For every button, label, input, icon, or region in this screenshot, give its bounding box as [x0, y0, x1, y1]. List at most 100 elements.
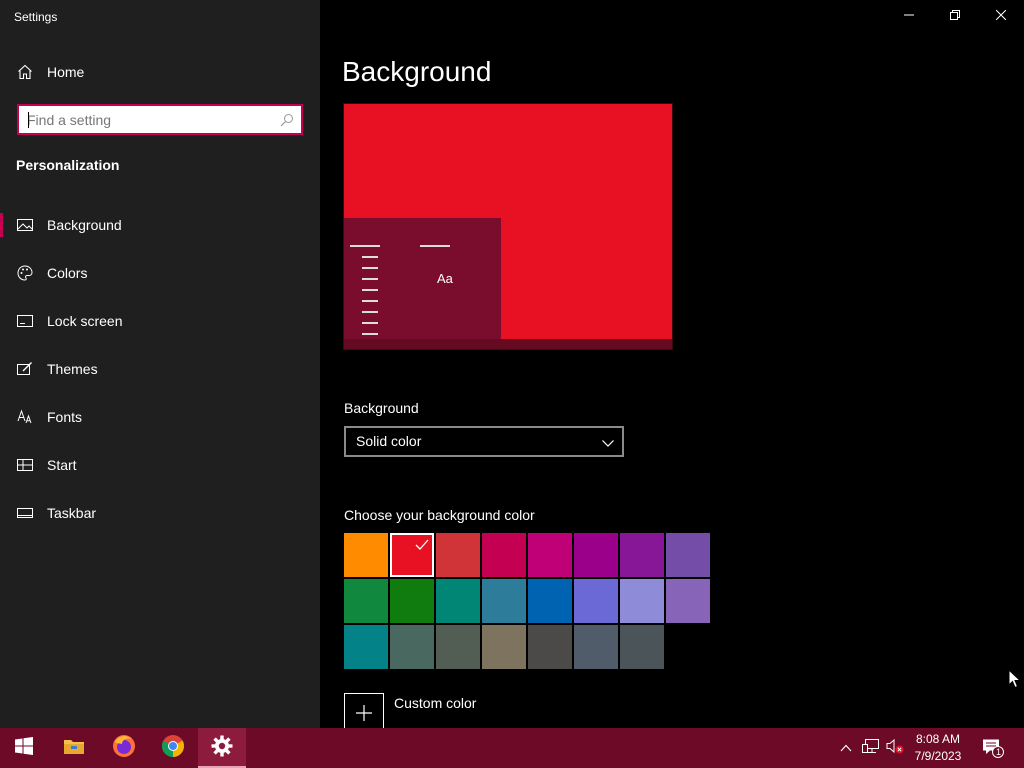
restore-button[interactable] — [932, 0, 978, 32]
section-title: Personalization — [16, 157, 120, 173]
background-type-dropdown[interactable]: Solid color — [344, 426, 624, 457]
preview-window: Aa — [344, 218, 501, 340]
palette-icon — [17, 265, 33, 281]
mouse-pointer-icon — [1008, 668, 1022, 689]
minimize-icon — [904, 7, 914, 25]
preview-line — [420, 245, 450, 247]
notification-count: 1 — [995, 747, 1001, 757]
sidebar-item-colors[interactable]: Colors — [0, 249, 320, 297]
background-preview: Aa — [343, 103, 673, 350]
color-swatch[interactable] — [482, 579, 526, 623]
color-swatch[interactable] — [390, 533, 434, 577]
page-title: Background — [342, 56, 492, 87]
sidebar: Settings Home Personalization Background — [0, 0, 320, 728]
sidebar-item-lock-screen[interactable]: Lock screen — [0, 297, 320, 345]
color-swatch[interactable] — [344, 533, 388, 577]
close-icon — [995, 7, 1007, 25]
color-swatch[interactable] — [482, 533, 526, 577]
choose-color-label: Choose your background color — [344, 507, 535, 523]
preview-sample-text: Aa — [437, 271, 453, 286]
settings-window: Settings Home Personalization Background — [0, 0, 1024, 768]
taskbar-icon — [17, 505, 33, 521]
dropdown-value: Solid color — [356, 433, 422, 449]
text-caret — [28, 112, 29, 128]
color-swatch[interactable] — [344, 625, 388, 669]
color-swatch[interactable] — [620, 625, 664, 669]
preview-taskbar — [344, 339, 672, 349]
sidebar-item-label: Background — [47, 217, 122, 233]
windows-start-icon — [15, 736, 33, 760]
notification-icon: 1 — [982, 738, 1004, 758]
clock-date: 7/9/2023 — [914, 749, 962, 763]
lock-screen-icon — [17, 313, 33, 329]
taskbar: 8:08 AM 7/9/2023 1 — [0, 728, 1024, 768]
chrome-icon — [161, 734, 185, 763]
sidebar-item-background[interactable]: Background — [0, 201, 320, 249]
taskbar-clock[interactable]: 8:08 AM 7/9/2023 — [908, 731, 968, 765]
color-swatch[interactable] — [390, 579, 434, 623]
custom-color-label[interactable]: Custom color — [394, 695, 476, 711]
home-label: Home — [47, 64, 85, 80]
search-box[interactable] — [17, 104, 303, 135]
search-icon[interactable] — [280, 113, 294, 127]
preview-line — [362, 300, 378, 302]
color-swatch[interactable] — [436, 533, 480, 577]
settings-taskbar-button[interactable] — [198, 728, 246, 768]
home-nav-item[interactable]: Home — [0, 58, 320, 88]
show-hidden-icons-button[interactable] — [836, 728, 856, 768]
themes-icon — [17, 361, 33, 377]
start-button[interactable] — [0, 728, 48, 768]
app-title: Settings — [14, 10, 58, 24]
start-icon — [17, 457, 33, 473]
preview-line — [362, 267, 378, 269]
preview-line — [362, 322, 378, 324]
color-swatch[interactable] — [528, 533, 572, 577]
custom-color-button[interactable] — [344, 693, 384, 733]
chevron-down-icon — [602, 436, 614, 448]
color-swatch[interactable] — [666, 533, 710, 577]
action-center-button[interactable]: 1 — [976, 728, 1010, 768]
preview-line — [362, 289, 378, 291]
color-swatch[interactable] — [482, 625, 526, 669]
sidebar-item-label: Start — [47, 457, 77, 473]
volume-tray-button[interactable] — [884, 728, 906, 768]
color-swatch[interactable] — [436, 579, 480, 623]
file-explorer-button[interactable] — [50, 728, 98, 768]
color-swatch[interactable] — [574, 533, 618, 577]
volume-muted-icon — [886, 738, 904, 759]
color-swatch[interactable] — [574, 579, 618, 623]
file-explorer-icon — [63, 737, 85, 760]
sidebar-item-label: Taskbar — [47, 505, 97, 521]
color-swatch[interactable] — [666, 579, 710, 623]
color-swatch[interactable] — [620, 579, 664, 623]
firefox-button[interactable] — [100, 728, 148, 768]
color-swatch[interactable] — [436, 625, 480, 669]
sidebar-item-start[interactable]: Start — [0, 441, 320, 489]
preview-line — [362, 311, 378, 313]
color-swatch[interactable] — [344, 579, 388, 623]
close-button[interactable] — [978, 0, 1024, 32]
color-swatch[interactable] — [574, 625, 618, 669]
network-icon — [862, 738, 880, 759]
color-swatch[interactable] — [390, 625, 434, 669]
chevron-up-icon — [840, 739, 852, 757]
search-input[interactable] — [27, 110, 277, 130]
sidebar-item-taskbar[interactable]: Taskbar — [0, 489, 320, 537]
minimize-button[interactable] — [886, 0, 932, 32]
sidebar-item-label: Themes — [47, 361, 98, 377]
home-icon — [17, 64, 33, 80]
chrome-button[interactable] — [149, 728, 197, 768]
preview-line — [362, 278, 378, 280]
firefox-icon — [112, 734, 136, 763]
checkmark-icon — [412, 535, 432, 555]
color-swatch[interactable] — [528, 625, 572, 669]
sidebar-item-fonts[interactable]: Fonts — [0, 393, 320, 441]
sidebar-nav: Background Colors Lock screen Themes Fon… — [0, 201, 320, 537]
settings-gear-icon — [211, 735, 233, 762]
background-type-label: Background — [344, 400, 419, 416]
fonts-icon — [17, 409, 33, 425]
network-tray-button[interactable] — [860, 728, 882, 768]
color-swatch[interactable] — [528, 579, 572, 623]
color-swatch[interactable] — [620, 533, 664, 577]
sidebar-item-themes[interactable]: Themes — [0, 345, 320, 393]
